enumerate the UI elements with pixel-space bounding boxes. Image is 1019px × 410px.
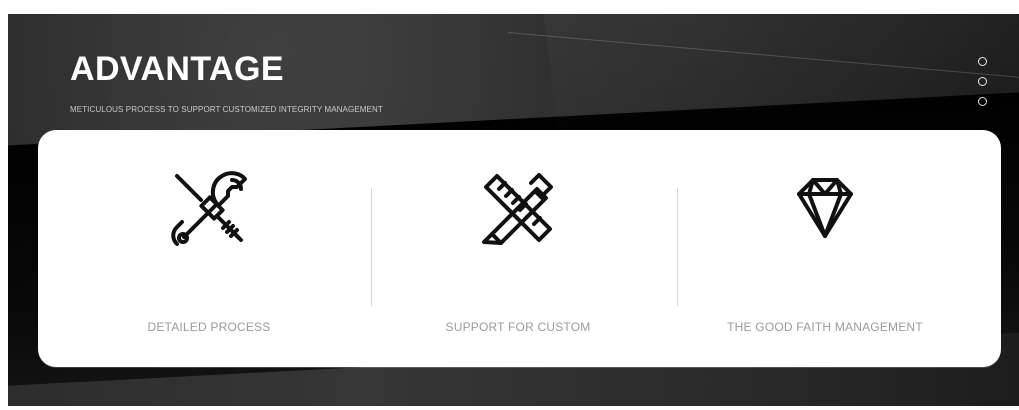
advantage-screen: ADVANTAGE METICULOUS PROCESS TO SUPPORT … <box>0 0 1019 410</box>
design-tools-icon <box>482 173 553 245</box>
diamond-icon <box>797 178 853 238</box>
carousel-dots <box>978 57 990 117</box>
advantages-card: DETAILED PROCESS SUPPORT FOR CUSTOM THE … <box>38 130 1001 367</box>
feature-good-faith-management: THE GOOD FAITH MANAGEMENT <box>672 130 978 367</box>
feature-detailed-process: DETAILED PROCESS <box>56 130 362 367</box>
tools-icon <box>171 171 247 246</box>
carousel-dot-2[interactable] <box>978 77 987 86</box>
feature-label-good-faith-management: THE GOOD FAITH MANAGEMENT <box>727 320 923 334</box>
feature-label-support-for-custom: SUPPORT FOR CUSTOM <box>445 320 591 334</box>
feature-support-for-custom: SUPPORT FOR CUSTOM <box>365 130 671 367</box>
page-subtitle: METICULOUS PROCESS TO SUPPORT CUSTOMIZED… <box>70 105 383 114</box>
carousel-dot-3[interactable] <box>978 97 987 106</box>
page-title: ADVANTAGE <box>70 50 284 88</box>
carousel-dot-1[interactable] <box>978 57 987 66</box>
feature-label-detailed-process: DETAILED PROCESS <box>147 320 271 334</box>
